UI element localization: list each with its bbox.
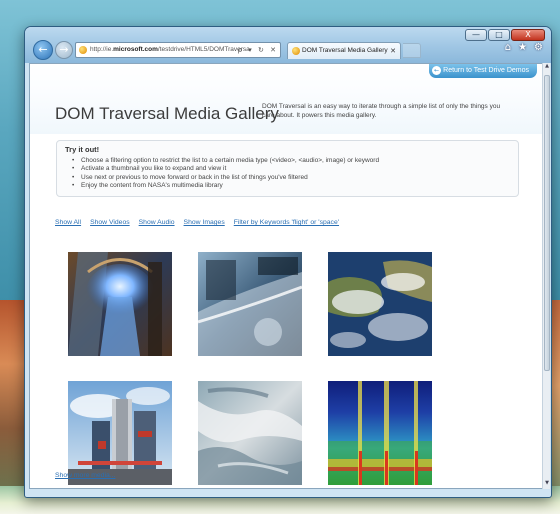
arrow-right-icon: → [59, 43, 69, 56]
try-it-item: Choose a filtering option to restrict th… [72, 157, 510, 166]
filter-links: Show All Show Videos Show Audio Show Ima… [55, 219, 339, 226]
scroll-down-arrow-icon[interactable]: ▼ [543, 480, 551, 489]
filter-show-images-link[interactable]: Show Images [184, 219, 225, 226]
gallery-thumbnail-earth-orbit[interactable] [328, 252, 432, 356]
back-button[interactable]: ← [33, 40, 53, 60]
scroll-thumb[interactable] [544, 75, 550, 371]
page-viewport: ← Return to Test Drive Demos DOM Travers… [29, 63, 544, 489]
address-bar-icons[interactable]: ρ ▾ ↻ ✕ [238, 43, 278, 57]
return-to-test-drive-button[interactable]: ← Return to Test Drive Demos [429, 64, 537, 78]
gallery-thumbnail-rocket-engine[interactable] [68, 252, 172, 356]
gallery-thumbnail-terrain[interactable] [198, 381, 302, 485]
browser-window: — □ X ← → http://ie.microsoft.com/testdr… [24, 26, 552, 498]
forward-button[interactable]: → [55, 41, 73, 59]
tab-close-icon[interactable]: ✕ [390, 43, 396, 59]
close-button[interactable]: X [511, 29, 545, 41]
page-intro: DOM Traversal is an easy way to iterate … [262, 103, 501, 119]
filter-keywords-link[interactable]: Filter by Keywords 'flight' or 'space' [234, 219, 339, 226]
filter-show-all-link[interactable]: Show All [55, 219, 81, 226]
return-arrow-icon: ← [432, 66, 442, 75]
try-it-item: Use next or previous to move forward or … [72, 174, 510, 183]
page-title: DOM Traversal Media Gallery [55, 104, 279, 123]
try-it-heading: Try it out! [65, 145, 100, 154]
browser-chrome: — □ X ← → http://ie.microsoft.com/testdr… [25, 27, 551, 63]
site-favicon-icon [79, 46, 87, 54]
arrow-left-icon: ← [38, 43, 48, 56]
minimize-button[interactable]: — [465, 29, 487, 41]
gallery-thumbnail-shuttle-window[interactable] [198, 252, 302, 356]
tab-dom-traversal[interactable]: DOM Traversal Media Gallery ✕ [287, 42, 401, 59]
try-it-item: Activate a thumbnail you like to expand … [72, 165, 510, 174]
address-prefix: http://ie. [90, 46, 114, 53]
address-bar[interactable]: http://ie.microsoft.com/testdrive/HTML5/… [75, 42, 281, 58]
favorites-star-icon[interactable]: ★ [518, 42, 527, 53]
maximize-button[interactable]: □ [488, 29, 510, 41]
try-it-list: Choose a filtering option to restrict th… [65, 157, 510, 190]
window-controls: — □ X [465, 29, 545, 41]
settings-gear-icon[interactable]: ⚙ [534, 42, 543, 53]
address-path: /testdrive/HTML5/DOMTraversa [157, 46, 250, 53]
tab-favicon-icon [292, 47, 300, 55]
scroll-up-arrow-icon[interactable]: ▲ [543, 63, 551, 72]
page-header: ← Return to Test Drive Demos DOM Travers… [30, 64, 543, 134]
try-it-item: Enjoy the content from NASA's multimedia… [72, 182, 510, 191]
home-icon[interactable]: ⌂ [505, 42, 511, 53]
gallery-thumbnail-spectrogram[interactable] [328, 381, 432, 485]
try-it-box: Try it out! Choose a filtering option to… [56, 140, 519, 197]
tab-title: DOM Traversal Media Gallery [302, 47, 388, 54]
new-tab-button[interactable] [403, 43, 421, 58]
filter-show-audio-link[interactable]: Show Audio [139, 219, 175, 226]
filter-show-videos-link[interactable]: Show Videos [90, 219, 130, 226]
gallery-thumbnail-launch-tower[interactable] [68, 381, 172, 485]
show-more-media-link[interactable]: Show more media... [55, 472, 115, 479]
toolbar-icons: ⌂ ★ ⚙ [505, 42, 543, 53]
vertical-scrollbar[interactable]: ▲ ▼ [542, 63, 550, 489]
address-domain: microsoft.com [113, 46, 158, 53]
return-label: Return to Test Drive Demos [443, 67, 529, 74]
